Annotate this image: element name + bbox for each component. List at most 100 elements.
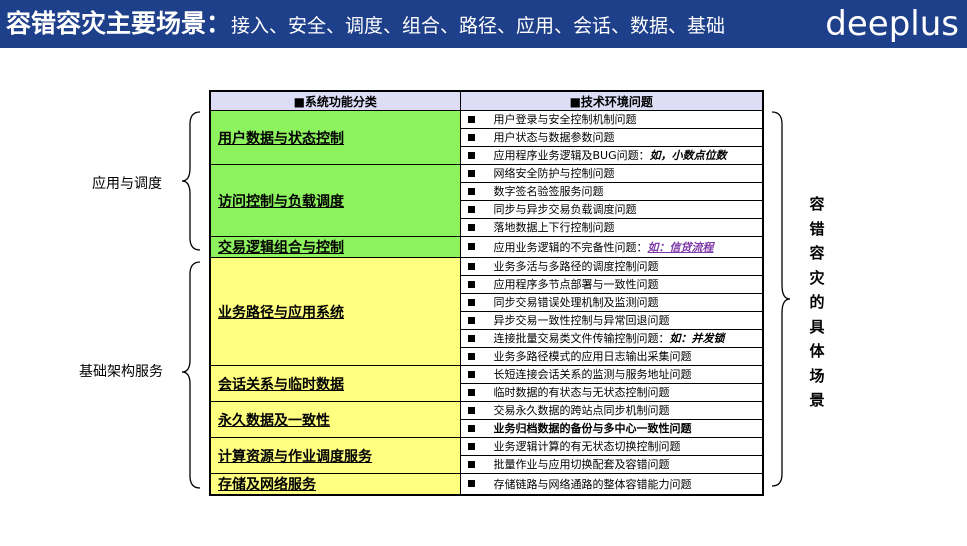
page-title-sub: 接入、安全、调度、组合、路径、应用、会话、数据、基础 bbox=[231, 15, 726, 37]
bullet-square-icon bbox=[467, 352, 475, 360]
bullet-square-icon bbox=[467, 169, 475, 177]
bullet-square-icon bbox=[467, 280, 475, 288]
issue-cell: 应用程序业务逻辑及BUG问题：如，小数点位数 bbox=[459, 146, 764, 165]
category-cell: 访问控制与负载调度 bbox=[209, 164, 461, 237]
issue-example: 如：并发锁 bbox=[669, 332, 725, 345]
table-row: 计算资源与作业调度服务 业务逻辑计算的有无状态切换控制问题 bbox=[209, 437, 764, 474]
table-row: 永久数据及一致性 交易永久数据的跨站点同步机制问题 bbox=[209, 401, 764, 438]
vertical-char: 具 bbox=[809, 317, 825, 336]
bullet-square-icon bbox=[467, 388, 475, 396]
scenario-table: ■系统功能分类 ■技术环境问题 用户数据与状态控制 用户登录与安全控制机制问题 用户… bbox=[209, 90, 764, 496]
issue-text: 业务归档数据的备份与多中心一致性问题 bbox=[493, 422, 692, 435]
table-row: 用户数据与状态控制 用户登录与安全控制机制问题 bbox=[209, 110, 764, 165]
vertical-char: 景 bbox=[809, 391, 825, 409]
label-infra-group: 基础架构服务 bbox=[79, 364, 163, 380]
bullet-square-icon bbox=[467, 243, 475, 250]
issue-text: 异步交易一致性控制与异常回退问题 bbox=[493, 314, 670, 327]
col-header-tech-issue: ■技术环境问题 bbox=[459, 90, 764, 111]
issue-cell: 连接批量交易类文件传输控制问题：如：并发锁 bbox=[459, 329, 764, 348]
issue-text: 应用业务逻辑的不完备性问题： bbox=[493, 240, 648, 254]
table-header-row: ■系统功能分类 ■技术环境问题 bbox=[209, 90, 764, 111]
bullet-square-icon bbox=[467, 316, 475, 324]
table-row: 交易逻辑组合与控制 应用业务逻辑的不完备性问题：如：信贷流程 bbox=[209, 236, 764, 258]
bullet-square-icon bbox=[467, 460, 475, 468]
vertical-scenario-label: 容错容灾的具体场景 bbox=[807, 192, 827, 413]
brace-right-scenarios bbox=[771, 111, 791, 487]
bullet-square-icon bbox=[467, 406, 475, 414]
table-row: 业务路径与应用系统 业务多活与多路径的调度控制问题 bbox=[209, 257, 764, 366]
category-cell: 会话关系与临时数据 bbox=[209, 365, 461, 402]
header-bar: 容错容灾主要场景：接入、安全、调度、组合、路径、应用、会话、数据、基础 deep… bbox=[0, 0, 967, 48]
bullet-square-icon bbox=[467, 187, 475, 195]
category-cell: 永久数据及一致性 bbox=[209, 401, 461, 438]
issue-text: 用户状态与数据参数问题 bbox=[493, 131, 615, 144]
issue-cell: 临时数据的有状态与无状态控制问题 bbox=[459, 383, 764, 402]
page-title-main: 容错容灾主要场景： bbox=[6, 9, 232, 38]
issue-cell: 业务归档数据的备份与多中心一致性问题 bbox=[459, 419, 764, 438]
issue-text: 数字签名验签服务问题 bbox=[493, 185, 604, 198]
issue-text: 临时数据的有状态与无状态控制问题 bbox=[493, 386, 670, 399]
issue-text: 长短连接会话关系的监测与服务地址问题 bbox=[493, 368, 692, 381]
vertical-char: 容 bbox=[809, 195, 825, 213]
bullet-square-icon bbox=[467, 480, 475, 487]
bullet-square-icon bbox=[467, 151, 475, 159]
page-title: 容错容灾主要场景：接入、安全、调度、组合、路径、应用、会话、数据、基础 bbox=[6, 7, 725, 41]
issue-text: 同步交易错误处理机制及监测问题 bbox=[493, 296, 659, 309]
bullet-square-icon bbox=[467, 262, 475, 270]
bullet-square-icon bbox=[467, 223, 475, 231]
bullet-square-icon bbox=[467, 115, 475, 123]
vertical-char: 场 bbox=[809, 366, 825, 385]
issue-cell: 业务多路径模式的应用日志输出采集问题 bbox=[459, 347, 764, 366]
issue-cell: 异步交易一致性控制与异常回退问题 bbox=[459, 311, 764, 330]
col-header-function-category: ■系统功能分类 bbox=[209, 90, 461, 111]
issue-cell: 业务多活与多路径的调度控制问题 bbox=[459, 257, 764, 276]
issue-cell: 业务逻辑计算的有无状态切换控制问题 bbox=[459, 437, 764, 456]
issue-cell: 用户登录与安全控制机制问题 bbox=[459, 110, 764, 129]
issue-text: 应用程序多节点部署与一致性问题 bbox=[493, 278, 659, 291]
issue-cell: 应用程序多节点部署与一致性问题 bbox=[459, 275, 764, 294]
issue-cell: 应用业务逻辑的不完备性问题：如：信贷流程 bbox=[459, 236, 764, 258]
vertical-char: 错 bbox=[809, 219, 825, 238]
issue-cell: 交易永久数据的跨站点同步机制问题 bbox=[459, 401, 764, 420]
issue-example: 如，小数点位数 bbox=[649, 149, 727, 162]
vertical-char: 容 bbox=[809, 244, 825, 262]
bullet-square-icon bbox=[467, 205, 475, 213]
issue-cell: 同步与异步交易负载调度问题 bbox=[459, 200, 764, 219]
issue-text: 同步与异步交易负载调度问题 bbox=[493, 203, 637, 216]
issue-text: 应用程序业务逻辑及BUG问题： bbox=[493, 149, 650, 162]
deeplus-logo: deeplus bbox=[825, 4, 959, 44]
table-row: 会话关系与临时数据 长短连接会话关系的监测与服务地址问题 bbox=[209, 365, 764, 402]
issue-cell: 长短连接会话关系的监测与服务地址问题 bbox=[459, 365, 764, 384]
issue-text: 连接批量交易类文件传输控制问题： bbox=[493, 332, 670, 345]
issue-text: 存储链路与网络通路的整体容错能力问题 bbox=[493, 477, 692, 491]
bullet-square-icon bbox=[467, 424, 475, 432]
vertical-char: 灾 bbox=[809, 268, 825, 287]
issue-cell: 数字签名验签服务问题 bbox=[459, 182, 764, 201]
category-cell: 交易逻辑组合与控制 bbox=[209, 236, 461, 258]
vertical-char: 体 bbox=[809, 342, 825, 360]
issue-text: 交易永久数据的跨站点同步机制问题 bbox=[493, 404, 670, 417]
issue-cell: 同步交易错误处理机制及监测问题 bbox=[459, 293, 764, 312]
category-cell: 业务路径与应用系统 bbox=[209, 257, 461, 366]
issue-text: 用户登录与安全控制机制问题 bbox=[493, 113, 637, 126]
category-cell: 存储及网络服务 bbox=[209, 473, 461, 496]
issue-text: 批量作业与应用切换配套及容错问题 bbox=[493, 458, 670, 471]
table-row: 存储及网络服务 存储链路与网络通路的整体容错能力问题 bbox=[209, 473, 764, 496]
bullet-square-icon bbox=[467, 298, 475, 306]
issue-cell: 网络安全防护与控制问题 bbox=[459, 164, 764, 183]
issue-text: 网络安全防护与控制问题 bbox=[493, 167, 615, 180]
label-app-group: 应用与调度 bbox=[92, 176, 162, 192]
issue-cell: 用户状态与数据参数问题 bbox=[459, 128, 764, 147]
vertical-char: 的 bbox=[809, 293, 825, 311]
issue-example-link: 如：信贷流程 bbox=[647, 240, 714, 254]
table-row: 访问控制与负载调度 网络安全防护与控制问题 bbox=[209, 164, 764, 237]
category-cell: 计算资源与作业调度服务 bbox=[209, 437, 461, 474]
brace-infra-group bbox=[181, 261, 201, 489]
bullet-square-icon bbox=[467, 334, 475, 342]
issue-text: 业务多活与多路径的调度控制问题 bbox=[493, 260, 659, 273]
bullet-square-icon bbox=[467, 370, 475, 378]
brace-app-group bbox=[181, 111, 201, 251]
issue-cell: 存储链路与网络通路的整体容错能力问题 bbox=[459, 473, 764, 496]
issue-text: 业务多路径模式的应用日志输出采集问题 bbox=[493, 350, 692, 363]
issue-cell: 批量作业与应用切换配套及容错问题 bbox=[459, 455, 764, 474]
